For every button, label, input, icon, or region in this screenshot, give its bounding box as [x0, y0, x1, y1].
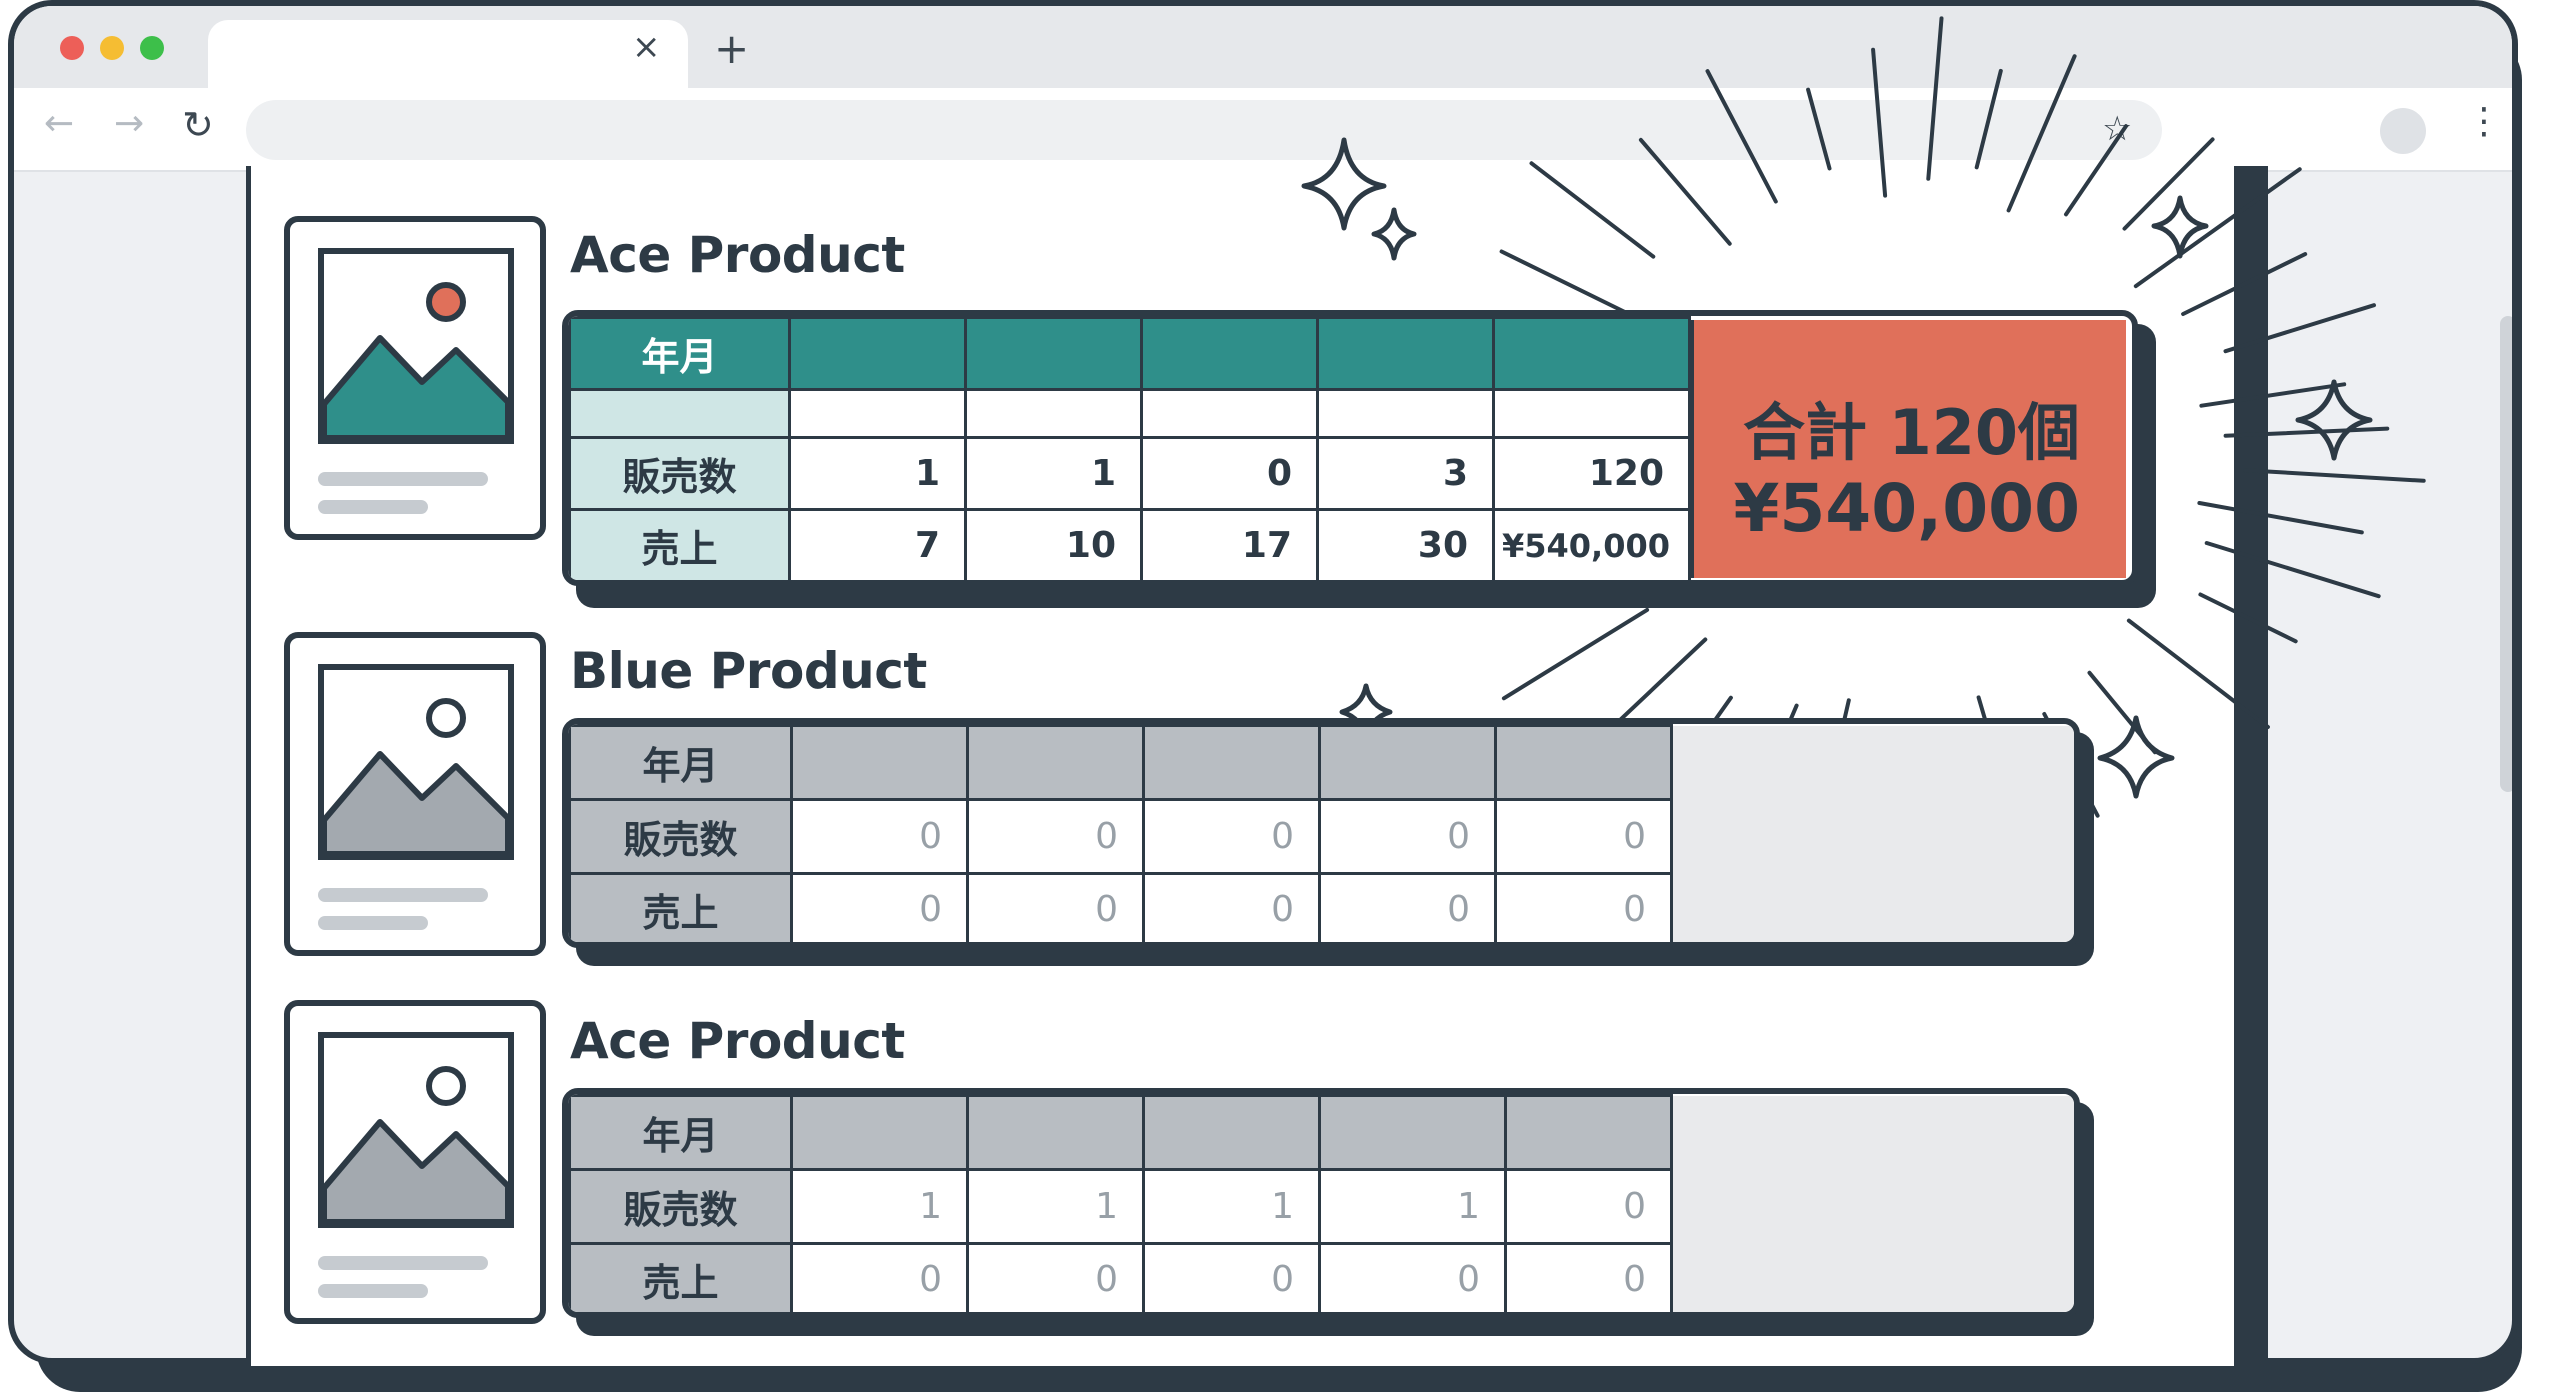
sales-cell: 0 — [1142, 1242, 1321, 1312]
total-count: 合計 120個 — [1742, 396, 2080, 469]
row-header-month: 年月 — [568, 724, 793, 801]
total-summary-panel: 合計 120個 ¥540,000 — [1690, 320, 2126, 578]
browser-toolbar: ← → ↻ ☆ ⋮ — [14, 88, 2512, 172]
back-arrow-icon[interactable]: ← — [44, 106, 74, 142]
units-cell: 1 — [966, 1168, 1145, 1245]
month-cell — [966, 1094, 1145, 1171]
forward-arrow-icon[interactable]: → — [114, 106, 144, 142]
sales-cell: 0 — [1494, 872, 1673, 942]
product-thumbnail[interactable] — [284, 1000, 546, 1324]
row-header-sales: 売上 — [568, 508, 791, 580]
units-cell: 0 — [790, 798, 969, 875]
image-placeholder-icon — [318, 1032, 514, 1228]
units-cell: 3 — [1316, 436, 1495, 511]
minimize-window-button[interactable] — [100, 36, 124, 60]
month-cell — [1504, 1094, 1673, 1171]
sales-cell: 0 — [1504, 1242, 1673, 1312]
text-placeholder-line — [318, 1284, 428, 1298]
month-cell — [790, 724, 969, 801]
units-cell: 0 — [966, 798, 1145, 875]
row-header-sales: 売上 — [568, 1242, 793, 1312]
text-placeholder-line — [318, 888, 488, 902]
reload-icon[interactable]: ↻ — [182, 106, 214, 144]
profile-icon[interactable] — [2380, 108, 2426, 154]
sales-cell: 0 — [790, 1242, 969, 1312]
month-cell — [1142, 1094, 1321, 1171]
month-cell — [790, 1094, 969, 1171]
units-cell: 120 — [1492, 436, 1691, 511]
new-tab-icon[interactable]: + — [714, 28, 749, 70]
month-cell — [1494, 724, 1673, 801]
image-placeholder-icon — [318, 248, 514, 444]
text-placeholder-line — [318, 1256, 488, 1270]
product-title: Ace Product — [570, 1012, 905, 1070]
active-tab[interactable] — [208, 20, 688, 90]
row-header-units: 販売数 — [568, 1168, 793, 1245]
units-cell: 1 — [1318, 1168, 1507, 1245]
units-cell: 1 — [964, 436, 1143, 511]
sales-cell: 17 — [1140, 508, 1319, 580]
month-cell — [966, 724, 1145, 801]
address-bar-input[interactable] — [246, 100, 2162, 160]
row-header-units: 販売数 — [568, 798, 793, 875]
row-header-units: 販売数 — [568, 436, 791, 511]
text-placeholder-line — [318, 472, 488, 486]
maximize-window-button[interactable] — [140, 36, 164, 60]
scrollbar[interactable] — [2500, 316, 2512, 792]
total-amount: ¥540,000 — [1733, 470, 2080, 547]
tab-bar: × + — [14, 6, 2512, 90]
sales-cell: ¥540,000 — [1492, 508, 1691, 580]
month-cell — [1318, 724, 1497, 801]
month-cell — [1316, 316, 1495, 391]
month-cell — [1492, 316, 1691, 391]
image-placeholder-icon — [318, 664, 514, 860]
product-thumbnail[interactable] — [284, 216, 546, 540]
month-cell — [1142, 724, 1321, 801]
blank-row-header — [568, 388, 791, 439]
units-cell: 0 — [1142, 798, 1321, 875]
sales-table: 年月 販売数 0 0 0 0 0 売上 0 0 0 0 0 — [562, 718, 2080, 948]
total-cell-empty — [1670, 725, 2074, 942]
text-placeholder-line — [318, 916, 428, 930]
sales-cell: 0 — [966, 872, 1145, 942]
sales-cell: 0 — [1318, 1242, 1507, 1312]
sales-cell: 0 — [1318, 872, 1497, 942]
sales-cell: 10 — [964, 508, 1143, 580]
sales-cell: 0 — [966, 1242, 1145, 1312]
sales-cell: 0 — [1142, 872, 1321, 942]
page-right-border — [2234, 166, 2268, 1366]
text-placeholder-line — [318, 500, 428, 514]
units-cell: 1 — [788, 436, 967, 511]
blank-cell — [964, 388, 1143, 439]
units-cell: 0 — [1140, 436, 1319, 511]
units-cell: 0 — [1494, 798, 1673, 875]
month-cell — [1140, 316, 1319, 391]
sales-cell: 0 — [790, 872, 969, 942]
blank-cell — [1140, 388, 1319, 439]
bookmark-star-icon[interactable]: ☆ — [2102, 112, 2132, 146]
close-window-button[interactable] — [60, 36, 84, 60]
product-title: Blue Product — [570, 642, 927, 700]
sales-cell: 7 — [788, 508, 967, 580]
month-cell — [1318, 1094, 1507, 1171]
units-cell: 1 — [1142, 1168, 1321, 1245]
product-thumbnail[interactable] — [284, 632, 546, 956]
blank-cell — [788, 388, 967, 439]
units-cell: 0 — [1504, 1168, 1673, 1245]
blank-cell — [1316, 388, 1495, 439]
row-header-month: 年月 — [568, 1094, 793, 1171]
tab-close-icon[interactable]: × — [632, 30, 661, 64]
units-cell: 0 — [1318, 798, 1497, 875]
sales-cell: 30 — [1316, 508, 1495, 580]
sales-table: 年月 販売数 1 1 1 1 0 売上 0 0 0 0 0 — [562, 1088, 2080, 1318]
units-cell: 1 — [790, 1168, 969, 1245]
total-cell-empty — [1670, 1095, 2074, 1312]
month-cell — [788, 316, 967, 391]
product-title: Ace Product — [570, 226, 905, 284]
more-menu-icon[interactable]: ⋮ — [2466, 104, 2502, 140]
month-cell — [964, 316, 1143, 391]
row-header-month: 年月 — [568, 316, 791, 391]
row-header-sales: 売上 — [568, 872, 793, 942]
blank-cell — [1492, 388, 1691, 439]
